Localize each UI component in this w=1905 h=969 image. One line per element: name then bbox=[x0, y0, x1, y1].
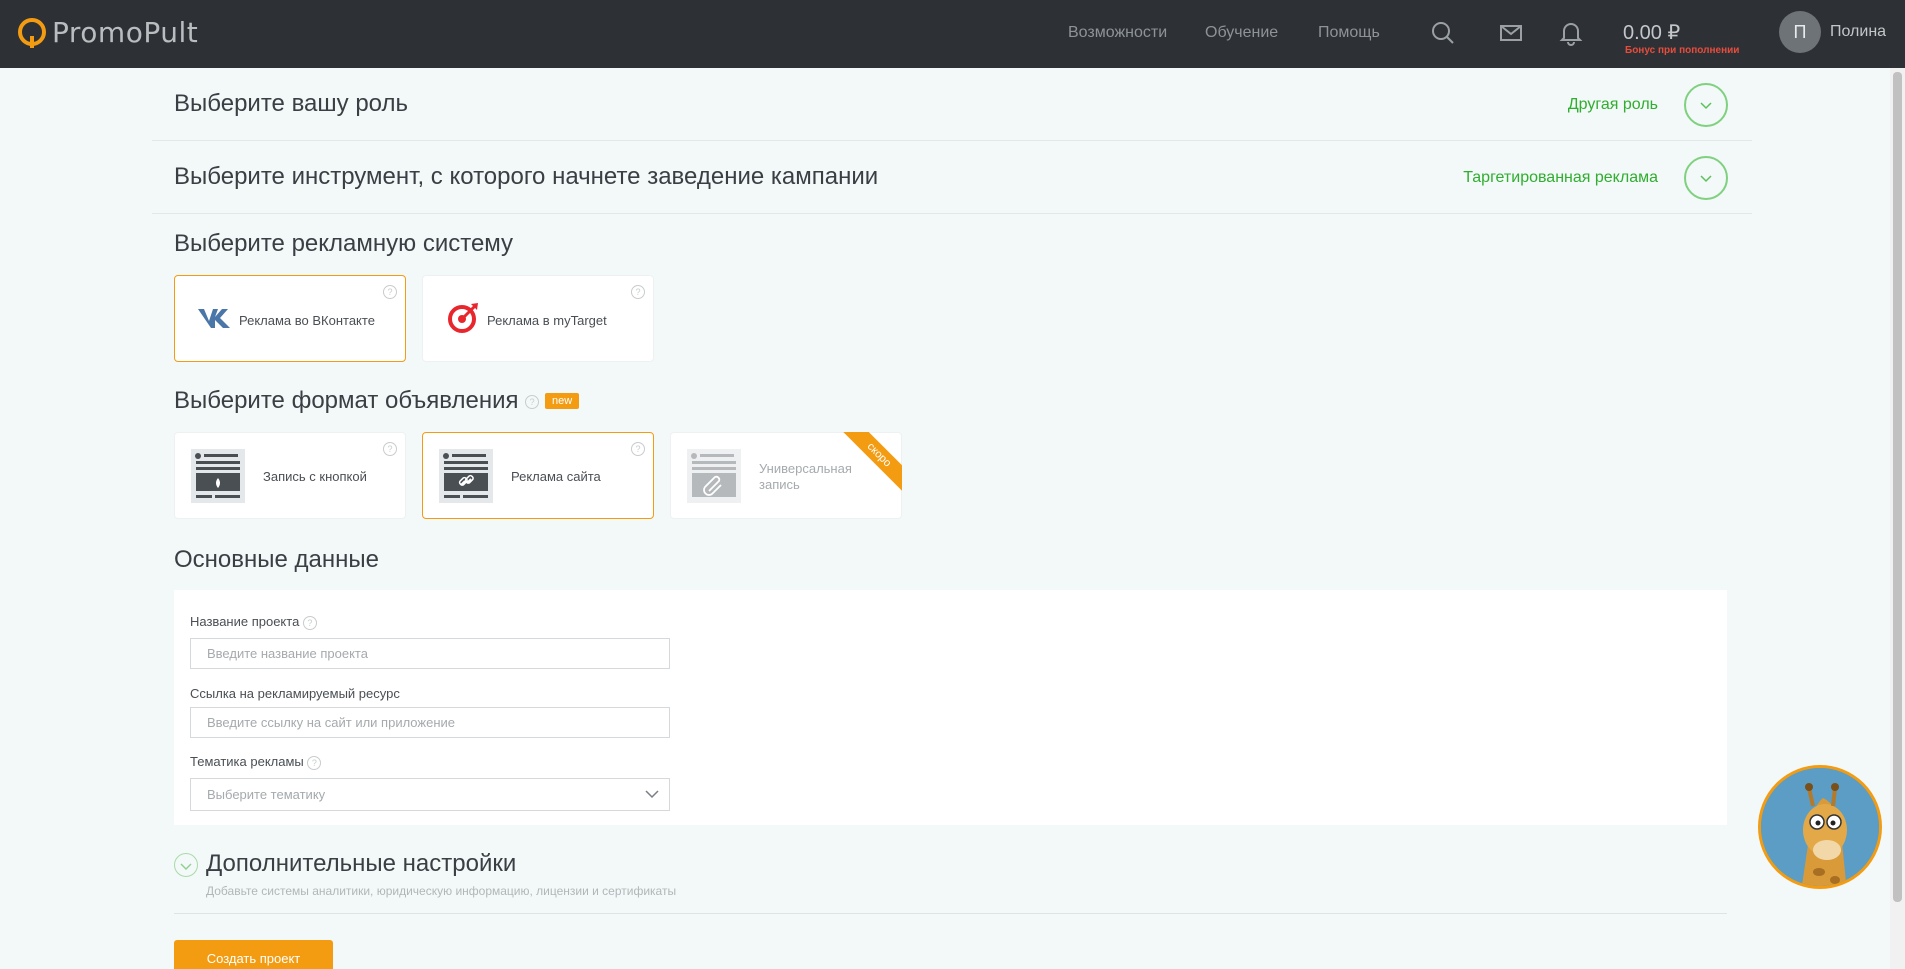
format-site-ad-label: Реклама сайта bbox=[511, 469, 601, 484]
mytarget-icon bbox=[448, 303, 478, 333]
role-title: Выберите вашу роль bbox=[174, 90, 408, 117]
ad-system-mytarget-label: Реклама в myTarget bbox=[487, 313, 607, 328]
resource-link-input[interactable] bbox=[190, 707, 670, 738]
tool-title: Выберите инструмент, с которого начнете … bbox=[174, 163, 879, 190]
extra-settings-subtitle: Добавьте системы аналитики, юридическую … bbox=[206, 884, 677, 898]
mail-icon[interactable] bbox=[1498, 20, 1524, 46]
chevron-down-icon bbox=[1700, 102, 1712, 110]
help-icon[interactable]: ? bbox=[631, 285, 645, 299]
soon-ribbon: скоро bbox=[840, 432, 902, 494]
page-scrollbar[interactable] bbox=[1890, 68, 1905, 969]
ad-format-title: Выберите формат объявления ? bbox=[174, 387, 540, 415]
ad-system-vk-label: Реклама во ВКонтакте bbox=[239, 313, 375, 328]
help-icon[interactable]: ? bbox=[307, 755, 322, 770]
assistant-mascot[interactable] bbox=[1758, 765, 1882, 889]
format-universal-post-card: Универсальная запись скоро bbox=[670, 432, 902, 519]
topic-select[interactable]: Выберите тематику bbox=[190, 778, 670, 811]
soon-ribbon-text: скоро bbox=[840, 432, 902, 494]
ad-system-vk-card[interactable]: Реклама во ВКонтакте ? bbox=[174, 275, 406, 362]
giraffe-mascot-icon bbox=[1761, 768, 1879, 886]
logo[interactable]: PromoPult bbox=[18, 12, 198, 52]
top-navbar: PromoPult Возможности Обучение Помощь 0.… bbox=[0, 0, 1905, 68]
basic-data-title: Основные данные bbox=[174, 546, 379, 573]
format-universal-post-label-2: запись bbox=[759, 477, 800, 492]
vk-icon bbox=[198, 309, 230, 328]
divider bbox=[174, 913, 1727, 914]
new-badge: new bbox=[545, 393, 580, 409]
chevron-down-icon bbox=[1700, 175, 1712, 183]
help-icon[interactable]: ? bbox=[302, 615, 317, 630]
post-with-button-icon bbox=[191, 449, 245, 503]
chevron-down-icon bbox=[180, 863, 192, 870]
format-post-with-button-card[interactable]: Запись с кнопкой ? bbox=[174, 432, 406, 519]
project-name-label: Название проекта ? bbox=[190, 614, 317, 630]
role-expand-toggle[interactable] bbox=[1684, 83, 1728, 127]
help-icon[interactable]: ? bbox=[631, 442, 645, 456]
extra-settings-toggle[interactable] bbox=[174, 853, 198, 877]
extra-settings-title[interactable]: Дополнительные настройки bbox=[206, 850, 516, 878]
logo-text: PromoPult bbox=[52, 15, 199, 49]
tool-value[interactable]: Таргетированная реклама bbox=[1463, 169, 1658, 187]
help-icon[interactable]: ? bbox=[525, 394, 540, 409]
help-icon[interactable]: ? bbox=[383, 442, 397, 456]
help-icon[interactable]: ? bbox=[383, 285, 397, 299]
bonus-link[interactable]: Бонус при пополнении bbox=[1625, 45, 1739, 56]
username[interactable]: Полина bbox=[1830, 23, 1886, 41]
topic-label: Тематика рекламы ? bbox=[190, 754, 322, 770]
nav-learning[interactable]: Обучение bbox=[1205, 24, 1278, 42]
logo-mark bbox=[18, 18, 46, 48]
topic-select-value: Выберите тематику bbox=[207, 787, 326, 802]
project-name-label-text: Название проекта bbox=[190, 614, 300, 629]
format-universal-post-label-1: Универсальная bbox=[759, 461, 852, 476]
role-value[interactable]: Другая роль bbox=[1568, 96, 1658, 114]
chevron-down-icon bbox=[645, 790, 659, 799]
balance-amount[interactable]: 0.00 ₽ bbox=[1623, 20, 1680, 45]
topic-label-text: Тематика рекламы bbox=[190, 754, 304, 769]
basic-data-form: Название проекта ? Ссылка на рекламируем… bbox=[174, 590, 1727, 825]
universal-post-icon bbox=[687, 449, 741, 503]
avatar[interactable]: П bbox=[1779, 11, 1821, 53]
role-row[interactable]: Выберите вашу роль Другая роль bbox=[152, 68, 1752, 141]
nav-features[interactable]: Возможности bbox=[1068, 24, 1167, 42]
create-project-button[interactable]: Создать проект bbox=[174, 940, 333, 969]
site-ad-icon bbox=[439, 449, 493, 503]
scrollbar-thumb[interactable] bbox=[1893, 72, 1902, 902]
format-site-ad-card[interactable]: Реклама сайта ? bbox=[422, 432, 654, 519]
project-name-input[interactable] bbox=[190, 638, 670, 669]
tool-expand-toggle[interactable] bbox=[1684, 156, 1728, 200]
ad-system-title: Выберите рекламную систему bbox=[174, 230, 514, 257]
ad-system-mytarget-card[interactable]: Реклама в myTarget ? bbox=[422, 275, 654, 362]
bell-icon[interactable] bbox=[1558, 20, 1584, 46]
tool-row[interactable]: Выберите инструмент, с которого начнете … bbox=[152, 141, 1752, 214]
resource-link-label: Ссылка на рекламируемый ресурс bbox=[190, 686, 400, 701]
format-post-with-button-label: Запись с кнопкой bbox=[263, 469, 367, 484]
nav-help[interactable]: Помощь bbox=[1318, 24, 1380, 42]
search-icon[interactable] bbox=[1430, 20, 1456, 46]
ad-format-title-text: Выберите формат объявления bbox=[174, 387, 519, 414]
